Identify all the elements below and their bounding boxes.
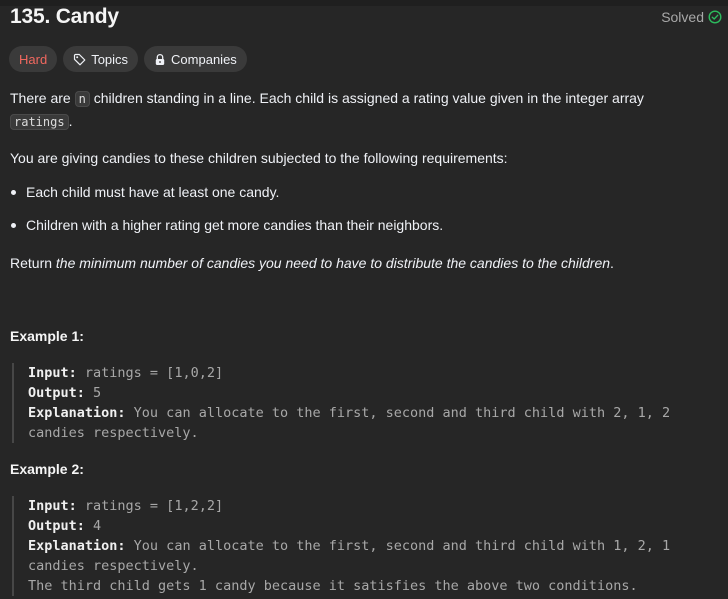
companies-label: Companies [171,51,237,67]
example-2-title: Example 2: [10,461,84,477]
example-explanation-row: candies respectively. [28,558,199,574]
problem-title[interactable]: 135. Candy [10,5,119,29]
solved-status: Solved [661,9,722,25]
emphasis-text: the minimum number of candies you need t… [55,255,611,271]
description-text: children standing in a line. Each child … [89,90,644,106]
description-text: There are [10,90,75,106]
problem-description: There are n children standing in a line.… [10,88,710,271]
explanation-text: You can allocate to the first, second an… [125,405,671,421]
output-label: Output: [28,385,85,401]
description-paragraph-3: Return the minimum number of candies you… [10,253,614,273]
example-output-row: Output: 5 [28,383,712,403]
problem-header: 135. Candy Solved [10,2,722,32]
inline-code-ratings: ratings [10,114,69,130]
description-text: . [610,255,614,271]
requirements-list: Each child must have at least one candy.… [10,182,443,248]
input-value: ratings = [1,0,2] [76,365,224,381]
example-explanation-row: Explanation: You can allocate to the fir… [28,403,712,423]
input-value: ratings = [1,2,2] [76,498,224,514]
topics-button[interactable]: Topics [63,46,139,72]
example-2-block: Input: ratings = [1,2,2] Output: 4 Expla… [12,496,712,596]
inline-code-n: n [74,91,90,107]
output-value: 4 [84,518,102,534]
lock-icon [154,53,166,66]
description-paragraph-2: You are giving candies to these children… [10,150,508,166]
problem-description-panel: 135. Candy Solved Hard Topics Companies … [0,0,728,599]
input-label: Input: [28,365,77,381]
topics-label: Topics [91,51,129,67]
explanation-label: Explanation: [28,405,126,421]
solved-label: Solved [661,9,704,25]
output-label: Output: [28,518,85,534]
companies-button[interactable]: Companies [144,46,247,72]
example-explanation-row: candies respectively. [28,425,199,441]
output-value: 5 [84,385,102,401]
example-explanation-row: The third child gets 1 candy because it … [28,578,638,594]
explanation-text: You can allocate to the first, second an… [125,538,671,554]
difficulty-badge: Hard [9,46,58,72]
description-text: Return [10,255,56,271]
example-input-row: Input: ratings = [1,0,2] [28,363,712,383]
description-paragraph-1: There are n children standing in a line.… [10,88,710,132]
example-output-row: Output: 4 [28,516,712,536]
list-item: Each child must have at least one candy. [10,182,443,202]
list-item: Children with a higher rating get more c… [10,215,443,235]
input-label: Input: [28,498,77,514]
example-input-row: Input: ratings = [1,2,2] [28,496,712,516]
example-explanation-row: Explanation: You can allocate to the fir… [28,536,712,556]
explanation-label: Explanation: [28,538,126,554]
example-1-title: Example 1: [10,328,84,344]
problem-tags: Hard Topics Companies [9,46,247,72]
tag-icon [73,53,86,66]
example-1-block: Input: ratings = [1,0,2] Output: 5 Expla… [12,363,712,443]
description-text: . [68,113,73,129]
check-circle-icon [708,10,722,24]
